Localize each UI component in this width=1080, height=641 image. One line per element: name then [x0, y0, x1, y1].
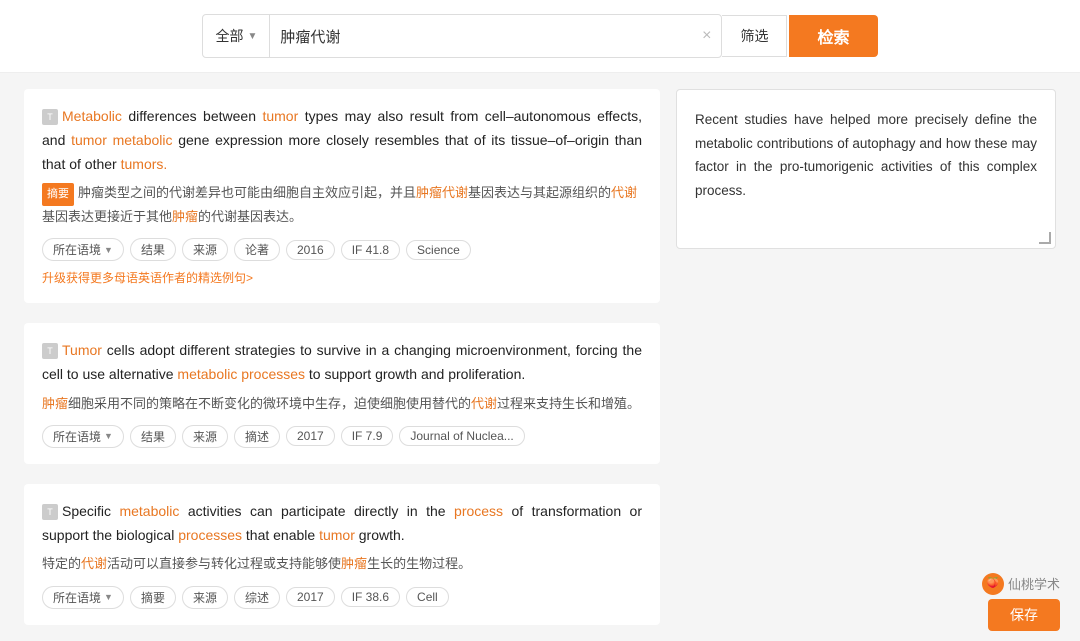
- main-content: TMetabolic differences between tumor typ…: [0, 73, 1080, 641]
- result-3-meta: 所在语境 ▼ 摘要 来源 综述 2017 IF 38.6 Cell: [42, 586, 642, 609]
- tag-year-1: 2016: [286, 240, 335, 260]
- clear-icon[interactable]: ×: [692, 27, 721, 45]
- tag-journal-1: Science: [406, 240, 471, 260]
- category-label: 全部: [215, 26, 243, 46]
- location-tag-2[interactable]: 所在语境 ▼: [42, 425, 124, 448]
- tag-journal-3: Cell: [406, 587, 449, 607]
- left-panel: TMetabolic differences between tumor typ…: [24, 89, 660, 625]
- cn-tag-1: 摘要: [42, 183, 74, 206]
- right-card: Recent studies have helped more precisel…: [676, 89, 1056, 249]
- category-dropdown[interactable]: 全部 ▼: [203, 15, 270, 57]
- chevron-down-icon: ▼: [247, 31, 257, 42]
- location-tag-1[interactable]: 所在语境 ▼: [42, 238, 124, 261]
- chevron-icon-2: ▼: [104, 431, 113, 441]
- tag-year-2: 2017: [286, 426, 335, 446]
- tag-source-1: 来源: [182, 238, 228, 261]
- result-1-icon: T: [42, 109, 58, 125]
- logo-area: 🍑 仙桃学术: [982, 573, 1060, 595]
- tag-if-2: IF 7.9: [341, 426, 394, 446]
- result-1-cn-text: 摘要肿瘤类型之间的代谢差异也可能由细胞自主效应引起，并且肿瘤代谢基因表达与其起源…: [42, 182, 642, 228]
- result-3-en-text: TSpecific metabolic activities can parti…: [42, 500, 642, 548]
- tag-abstract-3: 摘要: [130, 586, 176, 609]
- upgrade-link[interactable]: 升级获得更多母语英语作者的精选例句>: [42, 261, 642, 287]
- result-card-1: TMetabolic differences between tumor typ…: [24, 89, 660, 303]
- result-2-icon: T: [42, 343, 58, 359]
- result-2-cn-text: 肿瘤细胞采用不同的策略在不断变化的微环境中生存，迫使细胞使用替代的代谢过程来支持…: [42, 393, 642, 415]
- result-1-meta: 所在语境 ▼ 结果 来源 论著 2016 IF 41.8 Science: [42, 238, 642, 261]
- chevron-icon: ▼: [104, 245, 113, 255]
- result-2-en-text: TTumor cells adopt different strategies …: [42, 339, 642, 387]
- tag-abstract-2: 摘述: [234, 425, 280, 448]
- result-card-2: TTumor cells adopt different strategies …: [24, 323, 660, 464]
- result-3-icon: T: [42, 504, 58, 520]
- result-2-meta: 所在语境 ▼ 结果 来源 摘述 2017 IF 7.9 Journal of N…: [42, 425, 642, 448]
- tag-if-3: IF 38.6: [341, 587, 400, 607]
- search-bar: 全部 ▼ × 筛选 检索: [0, 0, 1080, 73]
- chevron-icon-3: ▼: [104, 592, 113, 602]
- tag-source-2: 来源: [182, 425, 228, 448]
- result-1-en-text: TMetabolic differences between tumor typ…: [42, 105, 642, 176]
- tag-review-3: 综述: [234, 586, 280, 609]
- right-card-text: Recent studies have helped more precisel…: [695, 112, 1037, 198]
- logo-icon: 🍑: [982, 573, 1004, 595]
- bottom-right-section: 🍑 仙桃学术 保存: [982, 573, 1060, 631]
- tag-source-3: 来源: [182, 586, 228, 609]
- tag-if-1: IF 41.8: [341, 240, 400, 260]
- result-3-cn-text: 特定的代谢活动可以直接参与转化过程或支持能够使肿瘤生长的生物过程。: [42, 553, 642, 575]
- tag-result-1: 结果: [130, 238, 176, 261]
- tag-result-2: 结果: [130, 425, 176, 448]
- right-panel: Recent studies have helped more precisel…: [676, 89, 1056, 625]
- upgrade-anchor[interactable]: 升级获得更多母语英语作者的精选例句>: [42, 269, 253, 286]
- tag-journal-2: Journal of Nuclea...: [399, 426, 524, 446]
- filter-button[interactable]: 筛选: [722, 15, 787, 57]
- logo-label: 仙桃学术: [1008, 574, 1060, 593]
- search-container: 全部 ▼ ×: [202, 14, 722, 58]
- search-button[interactable]: 检索: [789, 15, 877, 57]
- location-tag-3[interactable]: 所在语境 ▼: [42, 586, 124, 609]
- search-input[interactable]: [270, 15, 692, 57]
- save-button[interactable]: 保存: [988, 599, 1060, 631]
- tag-paper-1: 论著: [234, 238, 280, 261]
- tag-year-3: 2017: [286, 587, 335, 607]
- result-card-3: TSpecific metabolic activities can parti…: [24, 484, 660, 625]
- resize-handle-icon[interactable]: [1039, 232, 1051, 244]
